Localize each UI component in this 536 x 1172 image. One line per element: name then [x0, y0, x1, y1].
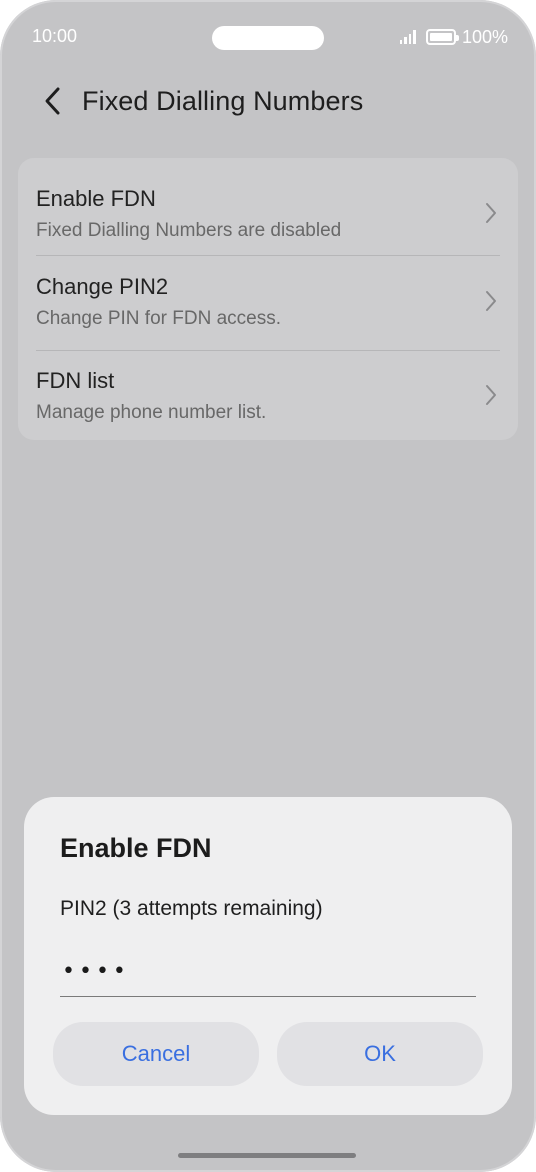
settings-item-title: FDN list	[36, 368, 115, 393]
signal-icon	[399, 30, 416, 44]
camera-notch	[212, 26, 324, 50]
pin2-label: PIN2 (3 attempts remaining)	[60, 897, 323, 920]
settings-item-title: Change PIN2	[36, 274, 169, 299]
home-indicator[interactable]	[178, 1153, 356, 1158]
battery-icon	[425, 29, 459, 45]
status-indicators: 100%	[399, 26, 508, 48]
chevron-right-icon	[486, 385, 496, 405]
chevron-right-icon	[486, 291, 496, 311]
chevron-right-icon	[486, 203, 496, 223]
phone-screen: 10:00 100% Fixed Dialling Numbers Enable…	[0, 0, 536, 1172]
ok-button[interactable]: OK	[277, 1022, 483, 1086]
settings-card: Enable FDN Fixed Dialling Numbers are di…	[18, 158, 518, 440]
dialog-title: Enable FDN	[60, 833, 212, 863]
settings-item-enable-fdn[interactable]: Enable FDN Fixed Dialling Numbers are di…	[18, 158, 518, 255]
settings-item-subtitle: Manage phone number list.	[36, 402, 267, 423]
page-title: Fixed Dialling Numbers	[82, 86, 364, 116]
settings-item-fdn-list[interactable]: FDN list Manage phone number list.	[18, 351, 518, 440]
chevron-left-icon	[45, 87, 60, 115]
settings-item-subtitle: Fixed Dialling Numbers are disabled	[36, 220, 342, 241]
back-button[interactable]	[36, 84, 70, 118]
settings-item-title: Enable FDN	[36, 186, 156, 211]
battery-percent: 100%	[461, 26, 508, 47]
enable-fdn-dialog: Enable FDN PIN2 (3 attempts remaining) C…	[24, 797, 512, 1115]
settings-item-subtitle: Change PIN for FDN access.	[36, 308, 281, 329]
cancel-button[interactable]: Cancel	[53, 1022, 259, 1086]
pin2-input[interactable]	[60, 947, 476, 997]
status-time: 10:00	[32, 26, 78, 46]
settings-item-change-pin2[interactable]: Change PIN2 Change PIN for FDN access.	[18, 256, 518, 349]
